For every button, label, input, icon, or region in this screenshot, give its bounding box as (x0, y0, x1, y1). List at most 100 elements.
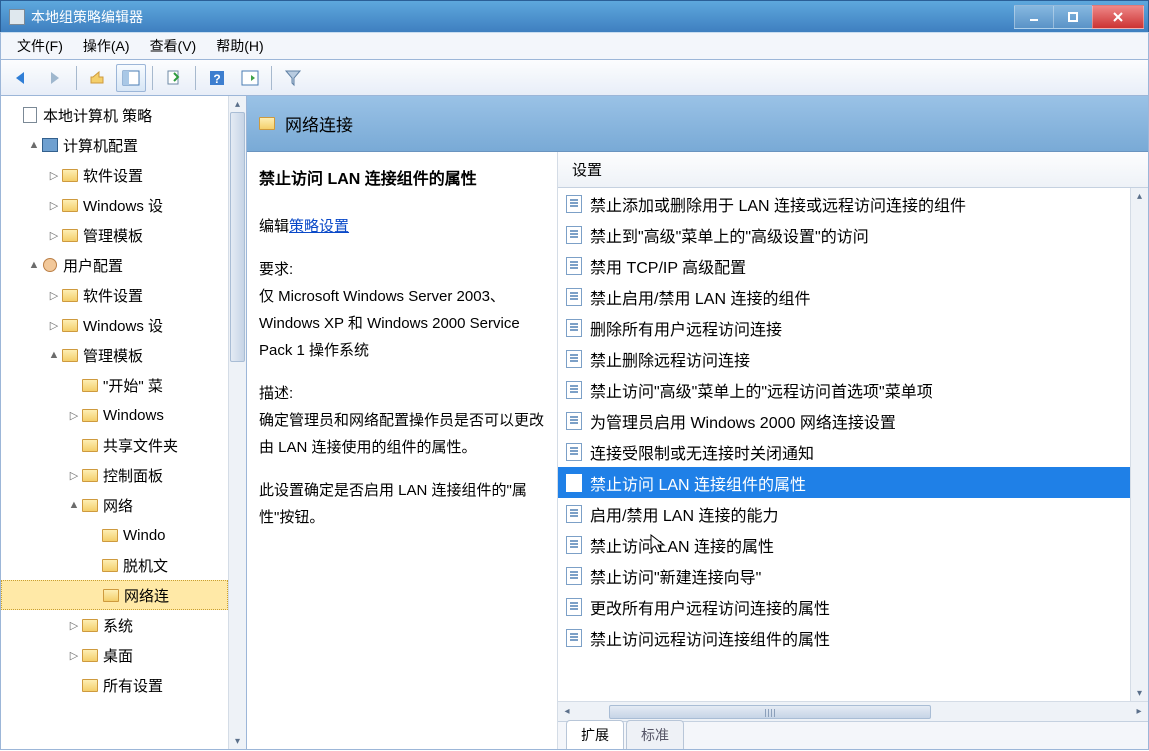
list-item-label: 更改所有用户远程访问连接的属性 (590, 595, 830, 619)
tree-twist-icon[interactable]: ▷ (67, 409, 81, 422)
tree-item[interactable]: ▷控制面板 (1, 460, 228, 490)
fold-icon (81, 437, 99, 453)
list-item-label: 连接受限制或无连接时关闭通知 (590, 440, 814, 464)
tree[interactable]: 本地计算机 策略▲计算机配置▷软件设置▷Windows 设▷管理模板▲用户配置▷… (1, 96, 228, 749)
tab-standard[interactable]: 标准 (626, 720, 684, 749)
tree-twist-icon[interactable]: ▷ (47, 169, 61, 182)
list-item[interactable]: 禁止添加或删除用于 LAN 连接或远程访问连接的组件 (558, 188, 1130, 219)
tree-item[interactable]: ▲ 用户配置 (1, 250, 228, 280)
tree-item[interactable]: ▷ 软件设置 (1, 280, 228, 310)
tree-item[interactable]: 共享文件夹 (1, 430, 228, 460)
tree-item[interactable]: ▲管理模板 (1, 340, 228, 370)
tree-item[interactable]: ▷管理模板 (1, 220, 228, 250)
menu-action[interactable]: 操作(A) (73, 32, 140, 60)
scroll-down-icon[interactable]: ▾ (229, 733, 246, 749)
scroll-right-icon[interactable]: ▸ (1130, 706, 1148, 717)
list-item-label: 禁止访问远程访问连接组件的属性 (590, 626, 830, 650)
fold-icon (81, 677, 99, 693)
tree-item[interactable]: ▷系统 (1, 610, 228, 640)
tree-twist-icon[interactable]: ▷ (67, 469, 81, 482)
properties-button[interactable] (235, 64, 265, 92)
list-item-label: 为管理员启用 Windows 2000 网络连接设置 (590, 409, 896, 433)
titlebar: 本地组策略编辑器 (0, 0, 1149, 32)
list-item[interactable]: 启用/禁用 LAN 连接的能力 (558, 498, 1130, 529)
list-item[interactable]: 为管理员启用 Windows 2000 网络连接设置 (558, 405, 1130, 436)
up-button[interactable] (83, 64, 113, 92)
tree-item-label: 用户配置 (63, 255, 123, 276)
tree-item[interactable]: 网络连 (1, 580, 228, 610)
tree-item[interactable]: 脱机文 (1, 550, 228, 580)
tree-twist-icon[interactable]: ▷ (67, 649, 81, 662)
scroll-up-icon[interactable]: ▴ (1131, 188, 1148, 204)
tree-item[interactable]: "开始" 菜 (1, 370, 228, 400)
list-item[interactable]: 禁用 TCP/IP 高级配置 (558, 250, 1130, 281)
list-item[interactable]: 禁止访问 LAN 连接的属性 (558, 529, 1130, 560)
tree-item[interactable]: ▷Windows 设 (1, 190, 228, 220)
list-item[interactable]: 删除所有用户远程访问连接 (558, 312, 1130, 343)
tree-twist-icon[interactable]: ▲ (27, 139, 41, 151)
list-header-settings[interactable]: 设置 (558, 152, 1148, 188)
list-item[interactable]: 禁止访问"高级"菜单上的"远程访问首选项"菜单项 (558, 374, 1130, 405)
menu-file[interactable]: 文件(F) (7, 32, 73, 60)
tree-twist-icon[interactable]: ▷ (47, 199, 61, 212)
menu-view[interactable]: 查看(V) (140, 32, 207, 60)
toolbar: ? (0, 60, 1149, 96)
tree-twist-icon[interactable]: ▷ (47, 289, 61, 302)
minimize-button[interactable] (1014, 5, 1054, 29)
tree-item[interactable]: Windo (1, 520, 228, 550)
separator (152, 66, 153, 90)
tree-item[interactable]: ▷软件设置 (1, 160, 228, 190)
view-tabs: 扩展 标准 (558, 721, 1148, 749)
policy-icon (566, 412, 582, 430)
menu-help[interactable]: 帮助(H) (206, 32, 273, 60)
close-button[interactable] (1092, 5, 1144, 29)
edit-prefix: 编辑 (259, 218, 289, 235)
hscroll-thumb[interactable] (609, 705, 930, 719)
list-item[interactable]: 禁止访问远程访问连接组件的属性 (558, 622, 1130, 653)
tree-item[interactable]: ▷Windows (1, 400, 228, 430)
policy-icon (566, 381, 582, 399)
tree-twist-icon[interactable]: ▲ (67, 499, 81, 511)
scroll-down-icon[interactable]: ▾ (1131, 685, 1148, 701)
tree-item[interactable]: ▲网络 (1, 490, 228, 520)
export-button[interactable] (159, 64, 189, 92)
list-item-label: 禁止到"高级"菜单上的"高级设置"的访问 (590, 223, 869, 247)
settings-list[interactable]: 禁止添加或删除用于 LAN 连接或远程访问连接的组件禁止到"高级"菜单上的"高级… (558, 188, 1130, 701)
maximize-button[interactable] (1053, 5, 1093, 29)
list-item[interactable]: 禁止访问 LAN 连接组件的属性 (558, 467, 1130, 498)
tree-twist-icon[interactable]: ▷ (47, 229, 61, 242)
tree-item[interactable]: ▷Windows 设 (1, 310, 228, 340)
tab-extended[interactable]: 扩展 (566, 720, 624, 749)
tree-item[interactable]: ▲计算机配置 (1, 130, 228, 160)
list-item[interactable]: 更改所有用户远程访问连接的属性 (558, 591, 1130, 622)
tree-twist-icon[interactable]: ▲ (47, 349, 61, 361)
scroll-left-icon[interactable]: ◂ (558, 706, 576, 717)
list-hscrollbar[interactable]: ◂ ▸ (558, 701, 1148, 721)
list-item[interactable]: 禁止删除远程访问连接 (558, 343, 1130, 374)
list-scrollbar[interactable]: ▴ ▾ (1130, 188, 1148, 701)
tree-twist-icon[interactable]: ▷ (67, 619, 81, 632)
show-hide-tree-button[interactable] (116, 64, 146, 92)
tree-item-label: "开始" 菜 (103, 375, 163, 396)
filter-button[interactable] (278, 64, 308, 92)
scroll-thumb[interactable] (230, 112, 245, 362)
help-button[interactable]: ? (202, 64, 232, 92)
forward-button[interactable] (40, 64, 70, 92)
tree-item[interactable]: 所有设置 (1, 670, 228, 700)
list-item-label: 启用/禁用 LAN 连接的能力 (590, 502, 778, 526)
tree-item[interactable]: 本地计算机 策略 (1, 100, 228, 130)
tree-item[interactable]: ▷桌面 (1, 640, 228, 670)
tree-twist-icon[interactable]: ▷ (47, 319, 61, 332)
list-item[interactable]: 连接受限制或无连接时关闭通知 (558, 436, 1130, 467)
tree-item-label: 软件设置 (83, 285, 143, 306)
tree-twist-icon[interactable]: ▲ (27, 259, 41, 271)
fold-icon (81, 377, 99, 393)
scroll-up-icon[interactable]: ▴ (229, 96, 246, 112)
list-item[interactable]: 禁止访问"新建连接向导" (558, 560, 1130, 591)
back-button[interactable] (7, 64, 37, 92)
list-item[interactable]: 禁止到"高级"菜单上的"高级设置"的访问 (558, 219, 1130, 250)
tree-scrollbar[interactable]: ▴ ▾ (228, 96, 246, 749)
list-item[interactable]: 禁止启用/禁用 LAN 连接的组件 (558, 281, 1130, 312)
fold-icon (61, 287, 79, 303)
edit-policy-link[interactable]: 策略设置 (289, 218, 349, 235)
